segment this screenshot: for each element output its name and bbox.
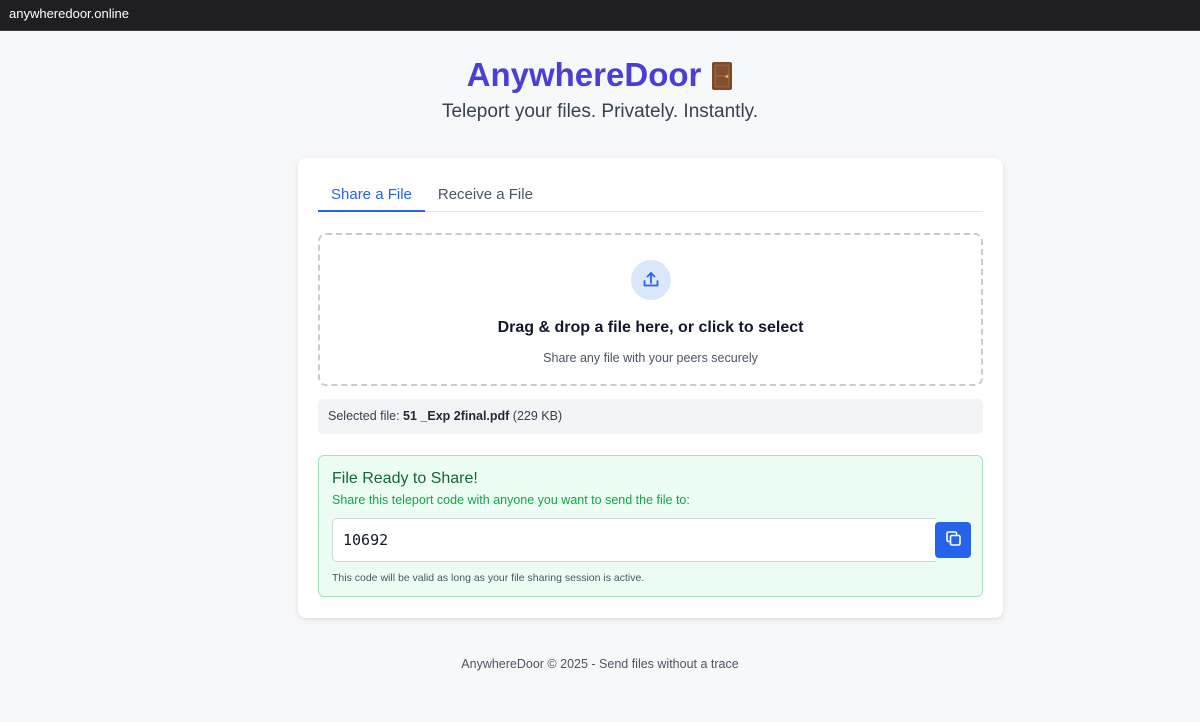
browser-address-bar[interactable]: anywheredoor.online — [0, 0, 1200, 31]
tab-share-file[interactable]: Share a File — [318, 178, 425, 212]
code-validity-note: This code will be valid as long as your … — [332, 572, 645, 584]
teleport-code-field[interactable] — [332, 518, 936, 562]
page-header: AnywhereDoor Teleport your files. Privat… — [0, 55, 1200, 123]
tab-receive-file[interactable]: Receive a File — [425, 178, 546, 212]
tagline: Teleport your files. Privately. Instantl… — [441, 101, 759, 122]
app-title-text: AnywhereDoor — [466, 56, 702, 93]
file-ready-panel: File Ready to Share! Share this teleport… — [318, 455, 983, 597]
selected-file-prefix: Selected file: — [328, 409, 404, 423]
copy-icon — [945, 530, 962, 550]
footer-text: AnywhereDoor © 2025 - Send files without… — [461, 657, 739, 671]
file-dropzone[interactable]: Drag & drop a file here, or click to sel… — [318, 233, 983, 386]
dropzone-title: Drag & drop a file here, or click to sel… — [497, 319, 804, 336]
dropzone-subtitle: Share any file with your peers securely — [543, 351, 758, 365]
url-text: anywheredoor.online — [9, 6, 129, 21]
selected-file-info: Selected file: 51 _Exp 2final.pdf (229 K… — [318, 399, 983, 434]
upload-icon — [630, 260, 671, 300]
ready-title: File Ready to Share! — [332, 470, 478, 487]
app-title: AnywhereDoor — [467, 55, 734, 95]
ready-subtitle: Share this teleport code with anyone you… — [332, 493, 690, 507]
selected-file-size: (229 KB) — [509, 409, 563, 423]
share-card: Share a File Receive a File Drag & drop … — [298, 158, 1003, 618]
copy-code-button[interactable] — [935, 522, 971, 558]
selected-file-name: 51 _Exp 2final.pdf — [403, 409, 510, 423]
door-icon — [711, 60, 733, 90]
tab-bar: Share a File Receive a File — [318, 178, 983, 212]
